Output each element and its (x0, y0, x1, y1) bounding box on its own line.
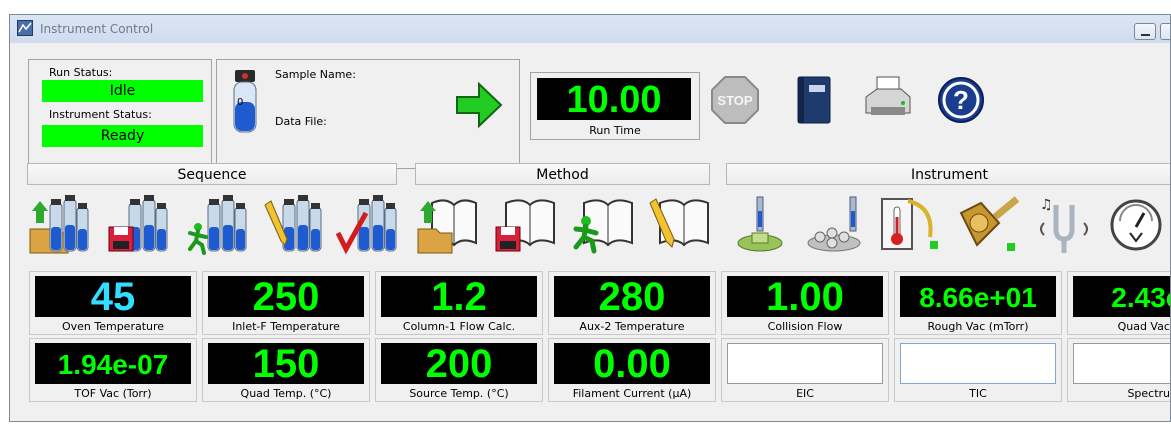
readout-oven-temperature[interactable]: 45 Oven Temperature (29, 271, 197, 335)
tune-icon[interactable]: ♫ (1032, 193, 1094, 255)
instrument-header: Instrument (726, 163, 1170, 185)
readout-label: Inlet-F Temperature (232, 320, 340, 333)
start-run-arrow-icon[interactable] (455, 80, 503, 130)
readout-value: 1.2 (381, 276, 537, 319)
oven-icon[interactable] (878, 193, 940, 255)
readout-label: Rough Vac (mTorr) (927, 320, 1029, 333)
save-sequence-icon[interactable] (107, 193, 169, 255)
readout-rough-vac-mtorr[interactable]: 8.66e+01 Rough Vac (mTorr) (894, 271, 1062, 335)
vial-number: 0 (237, 97, 244, 108)
plot-area[interactable] (1073, 343, 1170, 384)
readout-value: 8.66e+01 (900, 276, 1056, 317)
sequence-header: Sequence (27, 163, 397, 185)
readout-label: Oven Temperature (61, 320, 165, 333)
readout-source-temp-c[interactable]: 200 Source Temp. (°C) (375, 338, 543, 402)
injector-icon[interactable] (734, 193, 796, 255)
readout-inlet-f-temperature[interactable]: 250 Inlet-F Temperature (202, 271, 370, 335)
readout-value: 200 (381, 343, 537, 386)
readout-tof-vac-torr[interactable]: 1.94e-07 TOF Vac (Torr) (29, 338, 197, 402)
run-time-panel: 10.00 Run Time (530, 72, 700, 140)
ion-source-icon[interactable] (957, 193, 1019, 255)
minimize-button[interactable] (1134, 23, 1156, 40)
stop-icon[interactable]: STOP (710, 75, 760, 125)
vial-icon[interactable] (229, 68, 261, 134)
readout-collision-flow[interactable]: 1.00 Collision Flow (721, 271, 889, 335)
autosampler-icon[interactable] (806, 193, 868, 255)
plot-spectrur[interactable]: Spectrur (1067, 338, 1171, 402)
plot-eic[interactable]: EIC (721, 338, 889, 402)
readout-value: 2.43e- (1073, 276, 1170, 317)
edit-method-icon[interactable] (648, 193, 710, 255)
readout-label: Quad Temp. (°C) (240, 387, 332, 400)
status-panel: Run Status: Idle Instrument Status: Read… (28, 59, 212, 169)
readout-label: Source Temp. (°C) (409, 387, 509, 400)
plot-tic[interactable]: TIC (894, 338, 1062, 402)
run-status-label: Run Status: (49, 66, 113, 79)
readout-value: 280 (554, 276, 710, 319)
plot-area[interactable] (900, 343, 1056, 384)
run-sequence-icon[interactable] (186, 193, 248, 255)
logbook-icon[interactable] (790, 75, 840, 125)
svg-text:♫: ♫ (1040, 197, 1053, 213)
readout-quad-temp-c[interactable]: 150 Quad Temp. (°C) (202, 338, 370, 402)
readout-value: 45 (35, 276, 191, 319)
plot-label: Spectrur (1127, 387, 1171, 400)
sample-panel: 0 Sample Name: Data File: (216, 59, 520, 169)
readout-label: Column-1 Flow Calc. (402, 320, 516, 333)
readout-label: Filament Current (µA) (572, 387, 692, 400)
app-icon (17, 20, 33, 36)
data-file-label: Data File: (275, 115, 327, 128)
run-status-value: Idle (42, 80, 203, 102)
vacuum-gauge-icon[interactable] (1108, 193, 1170, 255)
plot-area[interactable] (727, 343, 883, 384)
readout-column-1-flow-calc[interactable]: 1.2 Column-1 Flow Calc. (375, 271, 543, 335)
print-icon[interactable] (863, 75, 913, 125)
readout-value: 250 (208, 276, 364, 319)
plot-label: TIC (969, 387, 987, 400)
title-bar: Instrument Control (10, 15, 1170, 43)
instrument-status-value: Ready (42, 125, 203, 147)
instrument-status-label: Instrument Status: (49, 108, 152, 121)
instrument-control-window: Instrument Control Run Status: Idle Inst… (9, 14, 1171, 422)
readout-value: 1.00 (727, 276, 883, 319)
load-sequence-icon[interactable] (28, 193, 90, 255)
help-glyph: ? (953, 85, 969, 115)
edit-sequence-icon[interactable] (261, 193, 323, 255)
readout-quad-vac-t[interactable]: 2.43e- Quad Vac (T (1067, 271, 1170, 335)
readout-label: Quad Vac (T (1117, 320, 1170, 333)
sample-name-label: Sample Name: (275, 68, 356, 81)
readout-label: Collision Flow (767, 320, 843, 333)
readout-value: 0.00 (554, 343, 710, 386)
help-icon[interactable]: ? (936, 75, 986, 125)
method-header: Method (415, 163, 710, 185)
readout-label: Aux-2 Temperature (579, 320, 685, 333)
stop-label: STOP (717, 93, 752, 108)
load-method-icon[interactable] (416, 193, 478, 255)
readout-label: TOF Vac (Torr) (74, 387, 152, 400)
readout-value: 150 (208, 343, 364, 386)
run-time-display: 10.00 (537, 78, 691, 121)
plot-label: EIC (796, 387, 814, 400)
run-method-icon[interactable] (572, 193, 634, 255)
readout-filament-current-a[interactable]: 0.00 Filament Current (µA) (548, 338, 716, 402)
readout-value: 1.94e-07 (35, 343, 191, 384)
check-sequence-icon[interactable] (336, 193, 398, 255)
minimize-icon (1141, 34, 1150, 36)
save-method-icon[interactable] (494, 193, 556, 255)
readout-aux-2-temperature[interactable]: 280 Aux-2 Temperature (548, 271, 716, 335)
run-time-label: Run Time (589, 124, 641, 137)
window-title: Instrument Control (40, 22, 154, 36)
maximize-button[interactable] (1160, 23, 1170, 40)
